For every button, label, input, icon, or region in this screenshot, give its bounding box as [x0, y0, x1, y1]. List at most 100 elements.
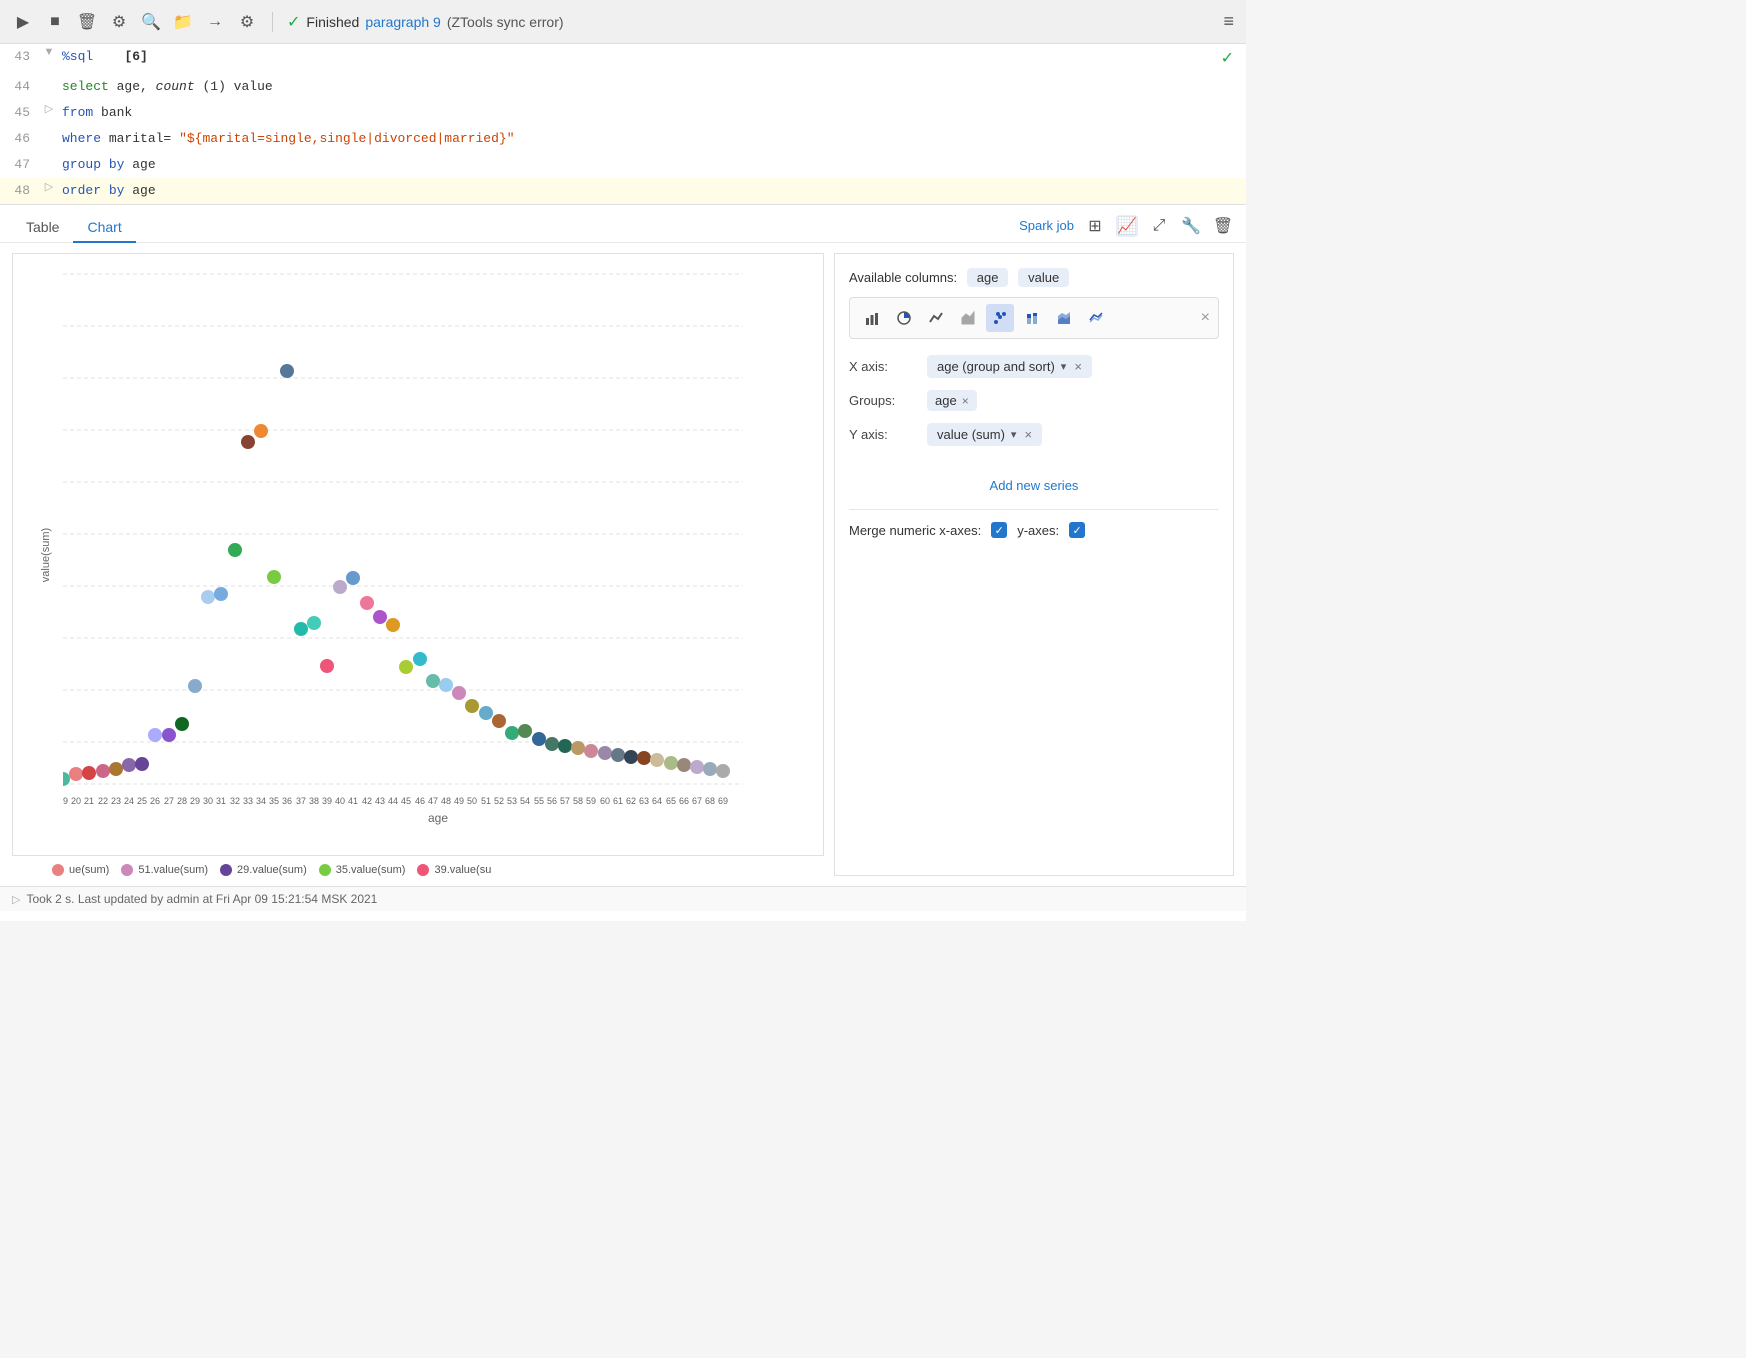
x-axis-remove-button[interactable]: ×: [1074, 359, 1082, 374]
spark-job-link[interactable]: Spark job: [1019, 218, 1074, 233]
x-axis-select[interactable]: age (group and sort) ▾ ×: [927, 355, 1092, 378]
svg-text:58: 58: [573, 796, 583, 804]
x-axis-labels: 19 20 21 22 23 24 25 26 27 28 29 30 31 3…: [63, 796, 728, 804]
dot-22: [96, 764, 110, 778]
svg-text:35: 35: [269, 796, 279, 804]
add-series-button[interactable]: Add new series: [849, 466, 1219, 505]
chart-type-stacked-bar[interactable]: [1018, 304, 1046, 332]
table-view-icon[interactable]: ⊞: [1084, 215, 1106, 237]
delete-icon[interactable]: 🗑: [76, 11, 98, 33]
svg-text:42: 42: [362, 796, 372, 804]
status-finished-text: Finished: [306, 14, 359, 30]
dot-45: [399, 660, 413, 674]
legend-dot-4: [417, 864, 429, 876]
y-axis-label: value(sum): [40, 527, 52, 581]
svg-text:67: 67: [692, 796, 702, 804]
dot-53: [505, 726, 519, 740]
trash-icon[interactable]: 🗑: [1212, 215, 1234, 237]
chart-type-selector: ×: [849, 297, 1219, 339]
code-line-47[interactable]: 47 group by age: [0, 152, 1246, 178]
chart-type-close-button[interactable]: ×: [1201, 309, 1210, 327]
chart-legend: ue(sum) 51.value(sum) 29.value(sum) 35.v…: [12, 864, 824, 876]
view-icon[interactable]: 🔍: [140, 11, 162, 33]
dot-55: [532, 732, 546, 746]
merge-row: Merge numeric x-axes: ✓ y-axes: ✓: [849, 509, 1219, 538]
code-line-46[interactable]: 46 where marital= "${marital=single,sing…: [0, 126, 1246, 152]
svg-text:19: 19: [63, 796, 68, 804]
keyword-sql: %sql: [62, 49, 93, 64]
dot-56: [545, 737, 559, 751]
svg-text:44: 44: [388, 796, 398, 804]
code-line-48[interactable]: 48 ▷ order by age: [0, 178, 1246, 204]
dot-47: [426, 674, 440, 688]
svg-text:55: 55: [534, 796, 544, 804]
svg-text:51: 51: [481, 796, 491, 804]
grid-lines: [63, 274, 743, 784]
svg-text:61: 61: [613, 796, 623, 804]
chart-view-icon[interactable]: 📈: [1116, 215, 1138, 237]
code-line-43[interactable]: 43 ▼ %sql [6] ✓: [0, 44, 1246, 74]
dot-32: [228, 543, 242, 557]
chart-type-line[interactable]: [922, 304, 950, 332]
merge-x-checkbox[interactable]: ✓: [991, 522, 1007, 538]
svg-text:66: 66: [679, 796, 689, 804]
expand-icon[interactable]: ⤢: [1148, 215, 1170, 237]
groups-remove-button[interactable]: ×: [962, 394, 969, 408]
y-axis-remove-button[interactable]: ×: [1024, 427, 1032, 442]
run-icon[interactable]: ▶: [12, 11, 34, 33]
status-paragraph-text: paragraph 9: [365, 14, 441, 30]
dot-29: [188, 679, 202, 693]
svg-text:22: 22: [98, 796, 108, 804]
status-area: ✓ Finished paragraph 9 (ZTools sync erro…: [287, 12, 1213, 32]
x-axis-row: X axis: age (group and sort) ▾ ×: [849, 355, 1219, 378]
x-axis-chevron-icon: ▾: [1061, 360, 1067, 373]
dot-48: [439, 678, 453, 692]
wrench-icon[interactable]: 🔧: [1180, 215, 1202, 237]
dot-57: [558, 739, 572, 753]
y-axis-row: Y axis: value (sum) ▾ ×: [849, 423, 1219, 446]
svg-text:54: 54: [520, 796, 530, 804]
dot-67: [690, 760, 704, 774]
dot-58: [571, 741, 585, 755]
svg-text:43: 43: [375, 796, 385, 804]
stop-icon[interactable]: ■: [44, 11, 66, 33]
dot-27: [162, 728, 176, 742]
line-number-46: 46: [0, 128, 40, 150]
code-line-44[interactable]: 44 select age, count (1) value: [0, 74, 1246, 100]
chart-type-area[interactable]: [954, 304, 982, 332]
dot-20: [69, 767, 83, 781]
legend-dot-3: [319, 864, 331, 876]
y-axis-select[interactable]: value (sum) ▾ ×: [927, 423, 1042, 446]
svg-text:38: 38: [309, 796, 319, 804]
merge-y-checkbox[interactable]: ✓: [1069, 522, 1085, 538]
svg-text:41: 41: [348, 796, 358, 804]
dot-34: [254, 424, 268, 438]
arrow-icon[interactable]: →: [204, 11, 226, 33]
svg-text:29: 29: [190, 796, 200, 804]
settings-icon[interactable]: ⚙: [108, 11, 130, 33]
chart-type-multi-line[interactable]: [1082, 304, 1110, 332]
legend-dot-0: [52, 864, 64, 876]
svg-text:31: 31: [216, 796, 226, 804]
dot-42: [360, 596, 374, 610]
config-panel: Available columns: age value: [834, 253, 1234, 876]
output-area: Table Chart Spark job ⊞ 📈 ⤢ 🔧 🗑 value(su…: [0, 205, 1246, 921]
line-gutter-45: ▷: [40, 102, 58, 115]
chart-type-stacked-area[interactable]: [1050, 304, 1078, 332]
dot-26: [148, 728, 162, 742]
chart-type-bar[interactable]: [858, 304, 886, 332]
line-number-43: 43: [0, 46, 40, 68]
tab-table[interactable]: Table: [12, 213, 73, 243]
gear-icon[interactable]: ⚙: [236, 11, 258, 33]
code-line-45[interactable]: 45 ▷ from bank: [0, 100, 1246, 126]
status-text: Took 2 s. Last updated by admin at Fri A…: [26, 892, 377, 906]
menu-icon[interactable]: ≡: [1223, 11, 1234, 32]
groups-label-text: Groups:: [849, 393, 919, 408]
legend-label-3: 35.value(sum): [336, 864, 406, 876]
cell-number: [6]: [124, 49, 147, 64]
chart-type-pie[interactable]: [890, 304, 918, 332]
folder-icon[interactable]: 📁: [172, 11, 194, 33]
line-number-48: 48: [0, 180, 40, 202]
chart-type-scatter[interactable]: [986, 304, 1014, 332]
tab-chart[interactable]: Chart: [73, 213, 135, 243]
